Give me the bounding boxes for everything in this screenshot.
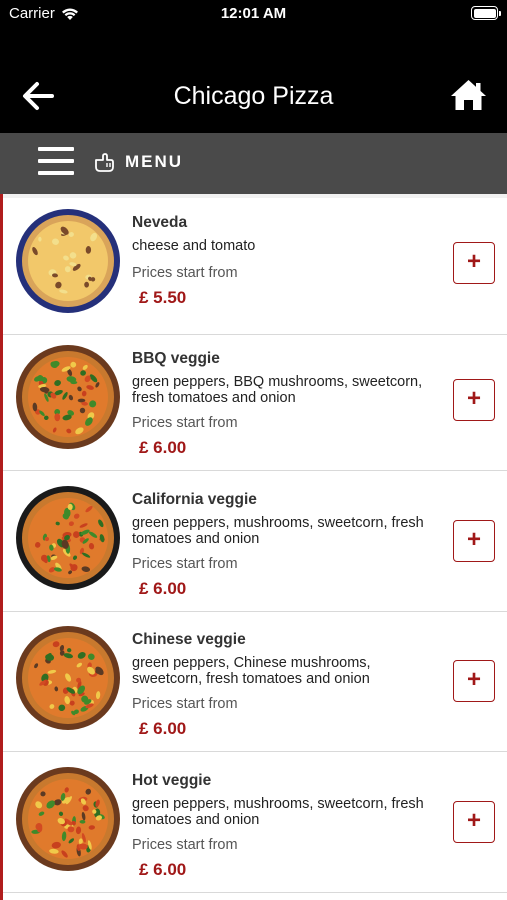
- page-title: Chicago Pizza: [173, 82, 334, 110]
- add-button[interactable]: +: [453, 801, 495, 843]
- hamburger-icon[interactable]: [38, 145, 76, 179]
- item-description: green peppers, BBQ mushrooms, sweetcorn,…: [132, 374, 423, 406]
- status-time: 12:01 AM: [220, 5, 287, 22]
- item-name: California veggie: [132, 491, 257, 508]
- status-bar: Carrier 12:01 AM: [0, 0, 507, 30]
- add-button[interactable]: +: [453, 379, 495, 421]
- item-price: £ 6.00: [139, 719, 187, 738]
- item-description: green peppers, Chinese mushrooms, sweetc…: [132, 655, 371, 687]
- item-price: £ 6.00: [139, 579, 187, 598]
- item-price: £ 6.00: [139, 860, 187, 879]
- menu-label: MENU: [125, 152, 184, 171]
- add-button[interactable]: +: [453, 242, 495, 284]
- pizza-image: [16, 345, 120, 449]
- list-item[interactable]: BBQ veggie green peppers, BBQ mushrooms,…: [3, 330, 507, 471]
- list-item[interactable]: Chinese veggie green peppers, Chinese mu…: [3, 611, 507, 752]
- add-button[interactable]: +: [453, 520, 495, 562]
- item-price: £ 6.00: [139, 438, 187, 457]
- price-label: Prices start from: [132, 265, 238, 281]
- list-item[interactable]: California veggie green peppers, mushroo…: [3, 471, 507, 612]
- item-description: cheese and tomato: [132, 238, 256, 254]
- list-item[interactable]: Hot veggie green peppers, mushrooms, swe…: [3, 752, 507, 893]
- battery-icon: [471, 6, 501, 20]
- pizza-image: [16, 626, 120, 730]
- price-label: Prices start from: [132, 556, 238, 572]
- nav-bar: Chicago Pizza: [0, 30, 507, 133]
- product-list[interactable]: Neveda cheese and tomato Prices start fr…: [0, 194, 507, 900]
- item-name: Neveda: [132, 214, 188, 231]
- pizza-image: [16, 767, 120, 871]
- price-label: Prices start from: [132, 696, 238, 712]
- item-description: green peppers, mushrooms, sweetcorn, fre…: [132, 515, 424, 547]
- item-name: Hot veggie: [132, 772, 212, 789]
- hand-pointer-icon: [95, 153, 114, 172]
- price-label: Prices start from: [132, 837, 238, 853]
- price-label: Prices start from: [132, 415, 238, 431]
- add-button[interactable]: +: [453, 660, 495, 702]
- pizza-image: [16, 486, 120, 590]
- menu-bar[interactable]: MENU: [0, 133, 507, 194]
- pizza-image: [16, 209, 120, 313]
- list-item[interactable]: Neveda cheese and tomato Prices start fr…: [3, 194, 507, 335]
- item-name: BBQ veggie: [132, 350, 220, 367]
- item-price: £ 5.50: [139, 288, 187, 307]
- home-icon: [451, 80, 486, 110]
- home-button[interactable]: [450, 77, 487, 113]
- item-name: Chinese veggie: [132, 631, 246, 648]
- item-description: green peppers, mushrooms, sweetcorn, fre…: [132, 796, 424, 828]
